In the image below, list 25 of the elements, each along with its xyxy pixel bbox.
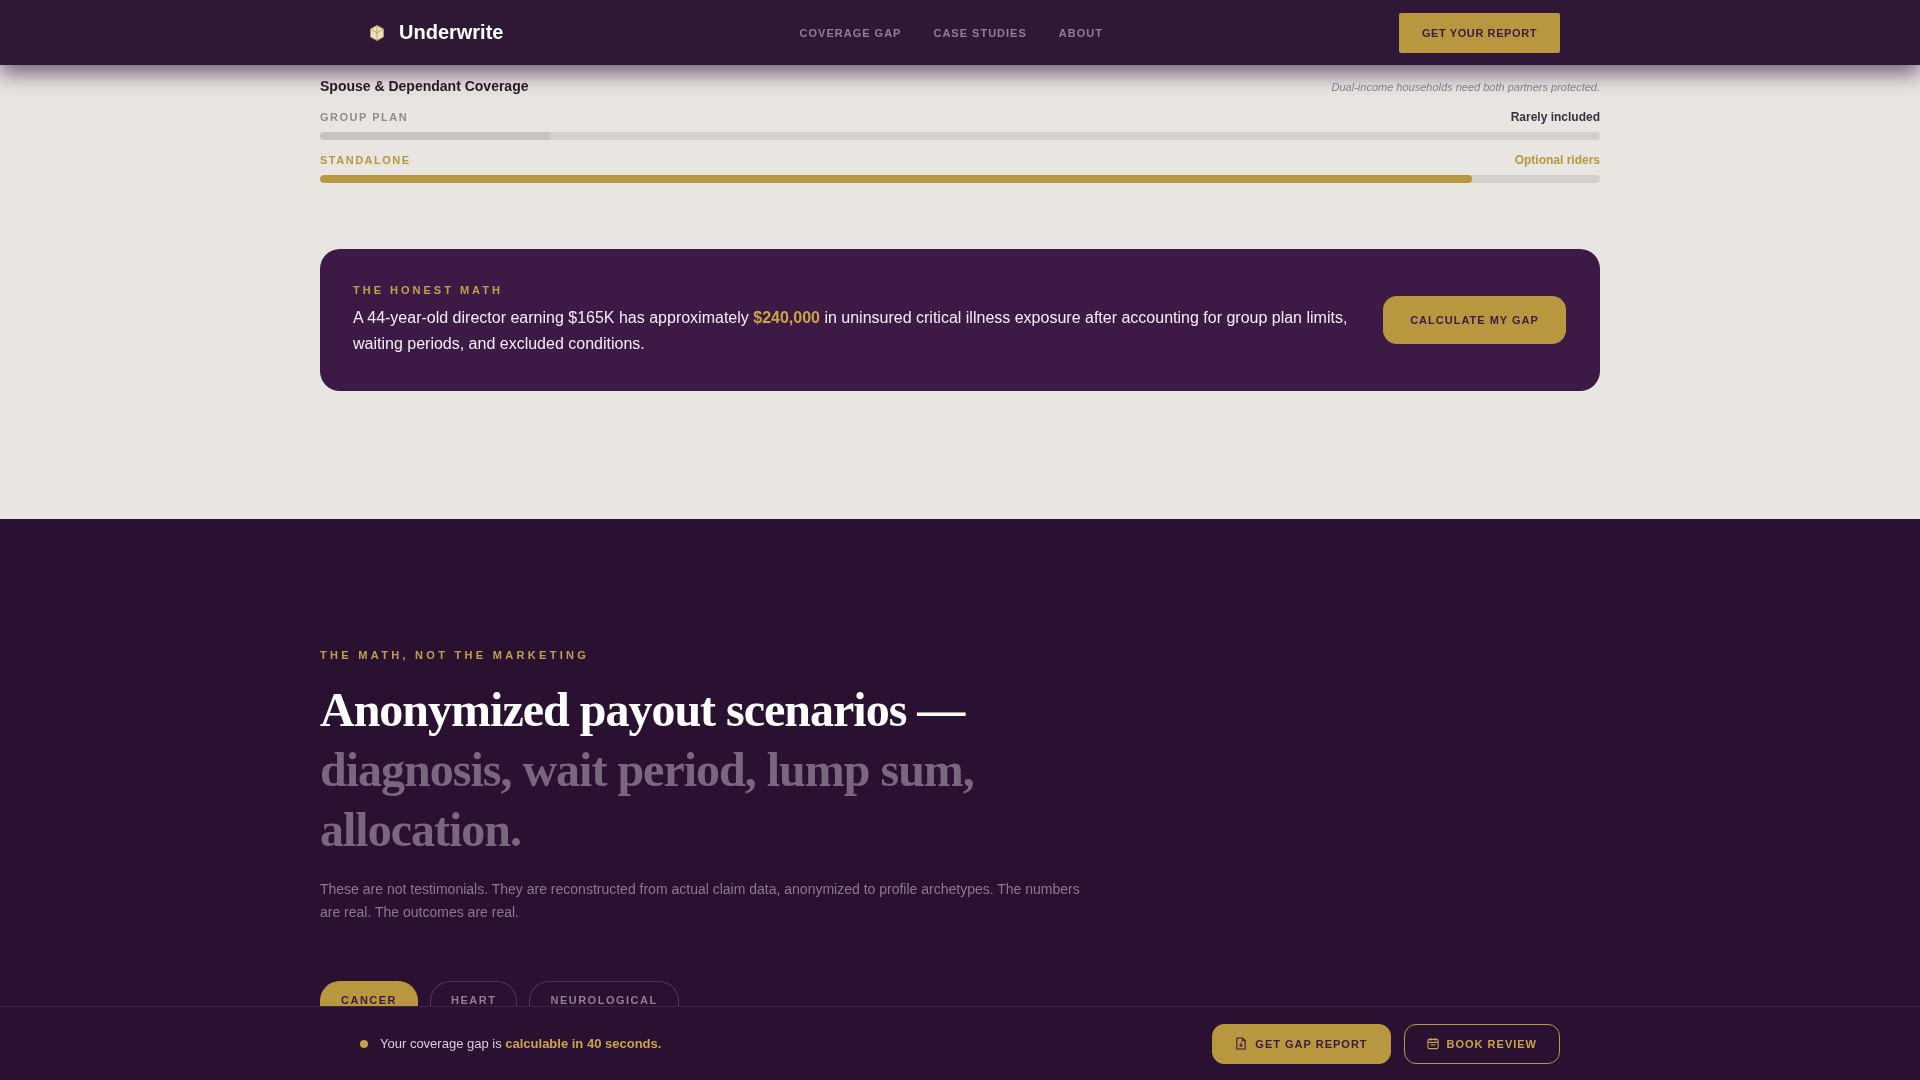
row-value: Rarely included xyxy=(1510,110,1600,124)
logo-icon xyxy=(370,24,384,41)
row-label: GROUP PLAN xyxy=(320,111,409,123)
nav-link[interactable]: CASE STUDIES xyxy=(933,26,1027,39)
calendar-icon xyxy=(1426,1037,1439,1050)
section-eyebrow: THE MATH, NOT THE MARKETING xyxy=(320,648,591,662)
section-note: Dual-income households need both partners protected. xyxy=(1331,81,1600,93)
gap-report-button[interactable]: GET GAP REPORT xyxy=(1212,1023,1391,1064)
card-text: A 44-year-old director earning $165K has approximately $240,000 in uninsured critical illness exposure after accounting for group plan limits, waiting periods, and excluded conditions. xyxy=(353,308,1349,354)
calculate-button[interactable]: CALCULATE MY GAP xyxy=(1383,296,1566,344)
row-label: STANDALONE xyxy=(320,154,411,166)
logo-text[interactable]: Underwrite xyxy=(399,21,504,44)
nav-link[interactable]: ABOUT xyxy=(1058,26,1103,39)
get-report-button[interactable]: GET YOUR REPORT xyxy=(1399,12,1560,53)
book-review-button[interactable]: BOOK REVIEW xyxy=(1403,1023,1560,1064)
status-dot-icon xyxy=(360,1039,368,1048)
row-value: Optional riders xyxy=(1514,153,1600,167)
nav-link[interactable]: COVERAGE GAP xyxy=(799,26,902,39)
category-tab[interactable]: CANCER xyxy=(320,981,419,1006)
coverage-gap-message: Your coverage gap is calculable in 40 seconds. xyxy=(380,1036,662,1051)
section-heading: Anonymized payout scenarios — diagnosis, wait period, lump sum, allocation. xyxy=(320,682,975,858)
card-eyebrow: THE HONEST MATH xyxy=(353,283,504,297)
section-description: These are not testimonials. They are reconstructed from actual claim data, anonymized to profile archetypes. The numbers are real. The outcomes are real. xyxy=(320,880,1081,922)
section-title: Spouse & Dependant Coverage xyxy=(320,77,529,95)
document-icon xyxy=(1235,1037,1248,1050)
